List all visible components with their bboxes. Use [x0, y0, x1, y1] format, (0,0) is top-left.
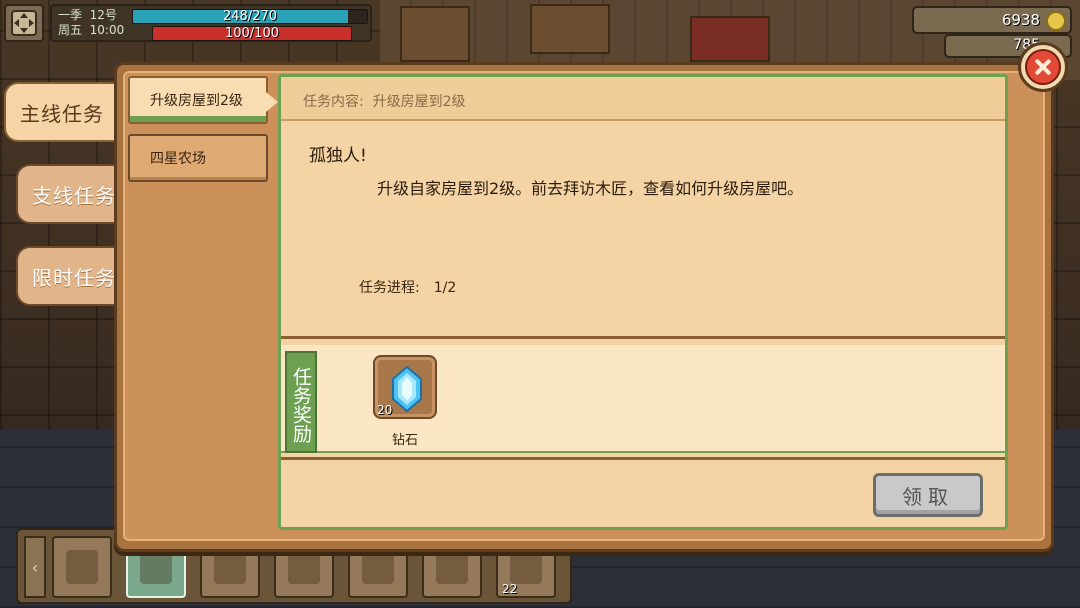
claim-button[interactable]: 领取: [873, 473, 983, 517]
hotbar-left-arrow[interactable]: ‹: [24, 536, 46, 598]
background-shelf: [400, 6, 470, 62]
reward-item-diamond[interactable]: 20: [373, 355, 437, 419]
time-label: 10:00: [89, 23, 125, 37]
progress-label: 任务进程:: [359, 280, 420, 296]
background-cabinet: [530, 4, 610, 54]
close-button[interactable]: [1018, 42, 1068, 92]
sword-icon: [140, 550, 172, 584]
status-panel: 一季 12号 周五 10:00 248/270 100/100: [50, 4, 372, 42]
wood-icon: [510, 550, 542, 584]
date-display: 一季 12号 周五 10:00: [58, 8, 124, 38]
stamina-bar: 248/270: [132, 9, 368, 24]
quest-progress: 任务进程: 1/2: [359, 277, 456, 297]
quest-list: 升级房屋到2级 四星农场: [124, 72, 278, 542]
tab-limited-quests[interactable]: 限时任务: [16, 246, 120, 306]
day-label: 12号: [89, 8, 117, 22]
season-label: 一季: [58, 8, 83, 22]
game-screen: 一季 12号 周五 10:00 248/270 100/100 6938 785…: [0, 0, 1080, 608]
dpad-icon: [11, 10, 37, 36]
quest-detail-panel: 任务内容: 升级房屋到2级 孤独人! 升级自家房屋到2级。前去拜访木匠，查看如何…: [278, 74, 1008, 530]
quest-detail-body: 孤独人! 升级自家房屋到2级。前去拜访木匠，查看如何升级房屋吧。 任务进程: 1/…: [281, 123, 1005, 337]
dpad-button[interactable]: [4, 4, 44, 42]
close-icon: [1025, 49, 1061, 85]
quest-list-item[interactable]: 升级房屋到2级: [128, 76, 278, 124]
stamina-text: 248/270: [222, 9, 277, 24]
hoe-icon: [362, 550, 394, 584]
hotbar-slot-count: 22: [502, 582, 518, 596]
diamond-icon: [392, 365, 422, 413]
reward-count: 20: [377, 403, 393, 417]
pickaxe-icon: [288, 550, 320, 584]
axe-icon: [436, 550, 468, 584]
hotbar-slot[interactable]: [52, 536, 112, 598]
quest-list-item[interactable]: 四星农场: [128, 134, 268, 182]
divider: [281, 457, 1005, 460]
coin-icon: [1046, 11, 1066, 31]
background-chair: [690, 16, 770, 62]
health-text: 100/100: [224, 26, 279, 41]
reward-label: 任务奖励: [285, 351, 317, 453]
tab-side-quests[interactable]: 支线任务: [16, 164, 120, 224]
health-bar: 100/100: [152, 26, 352, 41]
money-value: 6938: [1001, 11, 1040, 29]
backpack-icon: [66, 550, 98, 584]
weekday-label: 周五: [58, 23, 83, 37]
quest-detail-header: 任务内容: 升级房屋到2级: [281, 77, 1005, 121]
tab-main-quests[interactable]: 主线任务: [4, 82, 120, 142]
header-label: 任务内容:: [303, 94, 364, 110]
progress-value: 1/2: [433, 280, 457, 296]
reward-name: 钻石: [391, 433, 418, 448]
divider: [281, 336, 1005, 339]
quest-description: 升级自家房屋到2级。前去拜访木匠，查看如何升级房屋吧。: [377, 179, 804, 198]
header-value: 升级房屋到2级: [372, 94, 466, 110]
reward-section: 任务奖励 20 钻石: [281, 343, 1005, 453]
quest-title: 孤独人!: [309, 146, 367, 166]
money-display: 6938: [912, 6, 1072, 34]
axe-icon: [214, 550, 246, 584]
